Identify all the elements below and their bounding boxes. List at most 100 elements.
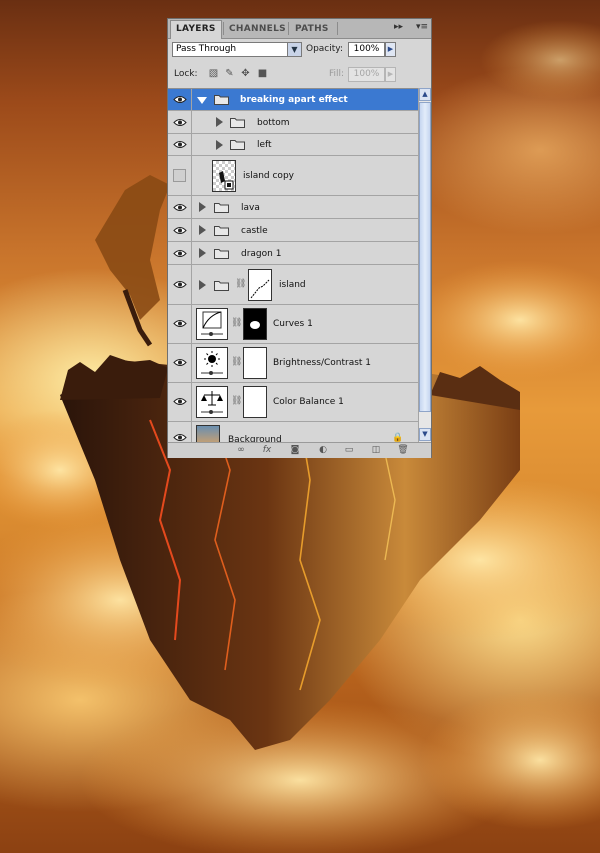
lock-all-icon[interactable]: ■ <box>257 68 268 79</box>
layer-mask-thumbnail[interactable] <box>243 308 267 340</box>
curves-graph-icon <box>201 311 223 336</box>
sun-icon <box>201 351 223 375</box>
visibility-toggle[interactable] <box>168 219 192 241</box>
layer-name: Color Balance 1 <box>273 397 344 407</box>
layer-row-island[interactable]: ⛓ island <box>168 265 418 305</box>
panel-footer: ∞ fx ◙ ◐ ▭ ◫ 🗑 <box>168 442 431 458</box>
eye-icon <box>173 281 187 288</box>
layer-row-color-balance-1[interactable]: ⛓ Color Balance 1 <box>168 383 418 422</box>
fill-slider-button[interactable]: ▶ <box>385 67 396 82</box>
expand-triangle-icon[interactable] <box>197 97 207 104</box>
layer-style-fx-icon[interactable]: fx <box>260 445 274 456</box>
delete-layer-icon[interactable]: 🗑 <box>396 445 410 456</box>
layer-name: Curves 1 <box>273 319 313 329</box>
layer-thumbnail[interactable] <box>196 425 220 443</box>
mask-shape-icon <box>250 279 270 299</box>
opacity-label: Opacity: <box>306 44 343 54</box>
layer-row-breaking-apart-effect[interactable]: breaking apart effect <box>168 89 418 111</box>
mask-link-icon[interactable]: ⛓ <box>231 318 242 328</box>
layer-mask-thumbnail[interactable] <box>243 347 267 379</box>
layer-row-bottom[interactable]: bottom <box>168 111 418 134</box>
layer-row-left[interactable]: left <box>168 134 418 156</box>
expand-triangle-icon[interactable] <box>216 117 223 127</box>
lock-position-icon[interactable]: ✥ <box>240 68 251 79</box>
layer-row-curves-1[interactable]: ⛓ Curves 1 <box>168 305 418 344</box>
lock-image-icon[interactable]: ✎ <box>224 68 235 79</box>
visibility-toggle[interactable] <box>168 305 192 343</box>
folder-icon <box>214 203 229 213</box>
scales-icon <box>201 391 223 414</box>
mask-link-icon[interactable]: ⛓ <box>231 357 242 367</box>
mask-link-icon[interactable]: ⛓ <box>235 279 246 289</box>
add-mask-icon[interactable]: ◙ <box>288 445 302 456</box>
layer-name: Brightness/Contrast 1 <box>273 358 372 368</box>
eye-icon <box>173 359 187 366</box>
layer-mask-thumbnail[interactable] <box>248 269 272 301</box>
layer-name: left <box>257 140 272 150</box>
scroll-down-icon[interactable]: ▼ <box>419 428 431 441</box>
new-layer-icon[interactable]: ◫ <box>369 445 383 456</box>
mask-shape-icon <box>250 321 260 329</box>
layer-mask-thumbnail[interactable] <box>243 386 267 418</box>
eye-icon <box>173 204 187 211</box>
visibility-toggle[interactable] <box>168 89 192 110</box>
tab-channels[interactable]: CHANNELS <box>224 21 291 38</box>
visibility-toggle[interactable] <box>168 111 192 133</box>
opacity-input[interactable]: 100% <box>348 42 385 57</box>
fill-label: Fill: <box>329 69 345 79</box>
color-balance-icon[interactable] <box>196 386 228 418</box>
opacity-slider-button[interactable]: ▶ <box>385 42 396 57</box>
layer-name: bottom <box>257 118 290 128</box>
expand-triangle-icon[interactable] <box>199 248 206 258</box>
layer-name: lava <box>241 203 260 213</box>
lock-transparent-icon[interactable]: ▧ <box>208 68 219 79</box>
layer-list-scrollbar[interactable]: ▲ ▼ <box>418 88 431 442</box>
expand-triangle-icon[interactable] <box>199 202 206 212</box>
layer-row-island-copy[interactable]: island copy <box>168 156 418 196</box>
panel-menu-icon[interactable]: ▾≡ <box>416 22 428 32</box>
brightness-contrast-icon[interactable] <box>196 347 228 379</box>
layer-row-brightness-contrast-1[interactable]: ⛓ Brightness/Contrast 1 <box>168 344 418 383</box>
eye-icon <box>173 96 187 103</box>
visibility-toggle[interactable] <box>168 134 192 155</box>
tab-layers[interactable]: LAYERS <box>170 20 222 39</box>
tab-paths[interactable]: PATHS <box>290 21 334 38</box>
scroll-thumb[interactable] <box>419 102 431 412</box>
blend-mode-select[interactable]: Pass Through ▼ <box>172 42 302 57</box>
fill-input[interactable]: 100% <box>348 67 385 82</box>
blend-opacity-row: Pass Through ▼ Opacity: 100% ▶ <box>168 39 431 61</box>
visibility-toggle[interactable] <box>168 156 192 195</box>
hidden-visibility-box <box>173 169 186 182</box>
visibility-toggle[interactable] <box>168 422 192 443</box>
layer-row-background[interactable]: Background 🔒 <box>168 422 418 443</box>
folder-icon <box>230 140 245 150</box>
smart-object-icon <box>219 171 234 190</box>
layer-name: island <box>279 280 306 290</box>
layer-name: island copy <box>243 171 294 181</box>
layer-thumbnail[interactable] <box>212 160 236 192</box>
visibility-toggle[interactable] <box>168 242 192 264</box>
new-group-icon[interactable]: ▭ <box>342 445 356 456</box>
panel-tab-bar: LAYERS CHANNELS PATHS ▸▸ ▾≡ <box>168 19 431 39</box>
layer-name: dragon 1 <box>241 249 282 259</box>
curves-icon[interactable] <box>196 308 228 340</box>
layer-row-dragon-1[interactable]: dragon 1 <box>168 242 418 265</box>
expand-triangle-icon[interactable] <box>199 280 206 290</box>
visibility-toggle[interactable] <box>168 196 192 218</box>
expand-triangle-icon[interactable] <box>216 140 223 150</box>
blend-mode-value: Pass Through <box>176 44 237 54</box>
visibility-toggle[interactable] <box>168 265 192 304</box>
link-layers-icon[interactable]: ∞ <box>234 445 248 456</box>
layer-row-castle[interactable]: castle <box>168 219 418 242</box>
adjustment-layer-icon[interactable]: ◐ <box>316 445 330 456</box>
scroll-up-icon[interactable]: ▲ <box>419 88 431 101</box>
folder-icon <box>214 95 229 105</box>
visibility-toggle[interactable] <box>168 383 192 421</box>
mask-link-icon[interactable]: ⛓ <box>231 396 242 406</box>
visibility-toggle[interactable] <box>168 344 192 382</box>
folder-icon <box>214 226 229 236</box>
layer-row-lava[interactable]: lava <box>168 196 418 219</box>
double-arrow-icon[interactable]: ▸▸ <box>394 22 403 32</box>
chevron-down-icon[interactable]: ▼ <box>287 43 301 56</box>
expand-triangle-icon[interactable] <box>199 225 206 235</box>
